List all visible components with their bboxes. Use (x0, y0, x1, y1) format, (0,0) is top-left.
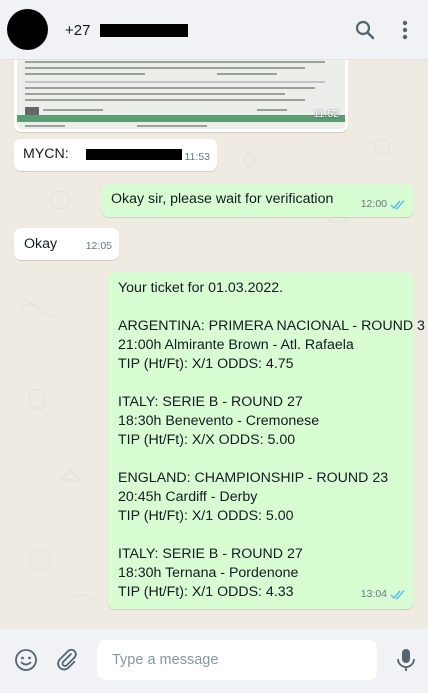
menu-icon[interactable] (393, 18, 417, 42)
message-timestamp: 11:53 (184, 151, 211, 163)
message-meta: 12:00 (361, 195, 406, 214)
attach-icon[interactable] (54, 647, 80, 673)
double-check-icon (390, 199, 405, 210)
ticket-line: ARGENTINA: PRIMERA NACIONAL - ROUND 3 (118, 318, 425, 334)
message-timestamp: 12:00 (360, 198, 387, 210)
redacted-number (86, 149, 182, 160)
mycn-message[interactable]: MYCN: 11:53 (14, 139, 217, 171)
ticket-line: TIP (Ht/Ft): X/X ODDS: 5.00 (118, 432, 296, 448)
ticket-line: TIP (Ht/Ft): X/1 ODDS: 4.75 (118, 356, 294, 372)
verification-message[interactable]: Okay sir, please wait for verification 1… (102, 184, 414, 217)
ticket-line: 18:30h Benevento - Cremonese (118, 413, 320, 429)
ticket-line (118, 374, 404, 393)
emoji-icon[interactable] (13, 647, 39, 673)
chat-area[interactable]: 11:52 MYCN: 11:53 Okay sir, please wait … (0, 60, 428, 629)
message-text: Okay sir, please wait for verification (111, 191, 334, 207)
ticket-line: ITALY: SERIE B - ROUND 27 (118, 394, 303, 410)
ticket-message[interactable]: Your ticket for 01.03.2022. ARGENTINA: PR… (108, 272, 425, 609)
okay-message[interactable]: Okay 12:05 (14, 228, 119, 260)
image-message[interactable]: 11:52 (14, 60, 348, 132)
double-check-icon (390, 589, 405, 600)
document-photo[interactable]: 11:52 (17, 60, 345, 129)
ticket-line (118, 450, 404, 469)
ticket-line: 21:00h Almirante Brown - Atl. Rafaela (118, 337, 354, 353)
ticket-line: ITALY: SERIE B - ROUND 27 (118, 546, 303, 562)
contact-avatar[interactable] (7, 9, 48, 50)
message-composer (0, 629, 428, 693)
message-text: Okay (24, 236, 58, 252)
chat-header: +27 (0, 0, 428, 60)
message-timestamp: 12:05 (85, 240, 112, 252)
contact-name[interactable]: +27 (65, 22, 90, 39)
redacted-phone-number (100, 24, 188, 37)
message-timestamp: 13:04 (360, 588, 387, 600)
ticket-line: 18:30h Ternana - Pordenone (118, 565, 299, 581)
mycn-label: MYCN: (23, 146, 69, 162)
ticket-text: Your ticket for 01.03.2022. ARGENTINA: PR… (118, 279, 425, 602)
message-input[interactable] (97, 640, 377, 680)
image-timestamp: 11:52 (313, 108, 340, 120)
ticket-line: ENGLAND: CHAMPIONSHIP - ROUND 23 (118, 470, 389, 486)
ticket-line (118, 298, 404, 317)
search-icon[interactable] (353, 18, 377, 42)
message-meta: 13:04 (361, 585, 406, 604)
ticket-line (118, 526, 404, 545)
ticket-line: TIP (Ht/Ft): X/1 ODDS: 5.00 (118, 508, 294, 524)
microphone-icon[interactable] (393, 647, 419, 673)
ticket-line: Your ticket for 01.03.2022. (118, 280, 284, 296)
ticket-line: 20:45h Cardiff - Derby (118, 489, 258, 505)
